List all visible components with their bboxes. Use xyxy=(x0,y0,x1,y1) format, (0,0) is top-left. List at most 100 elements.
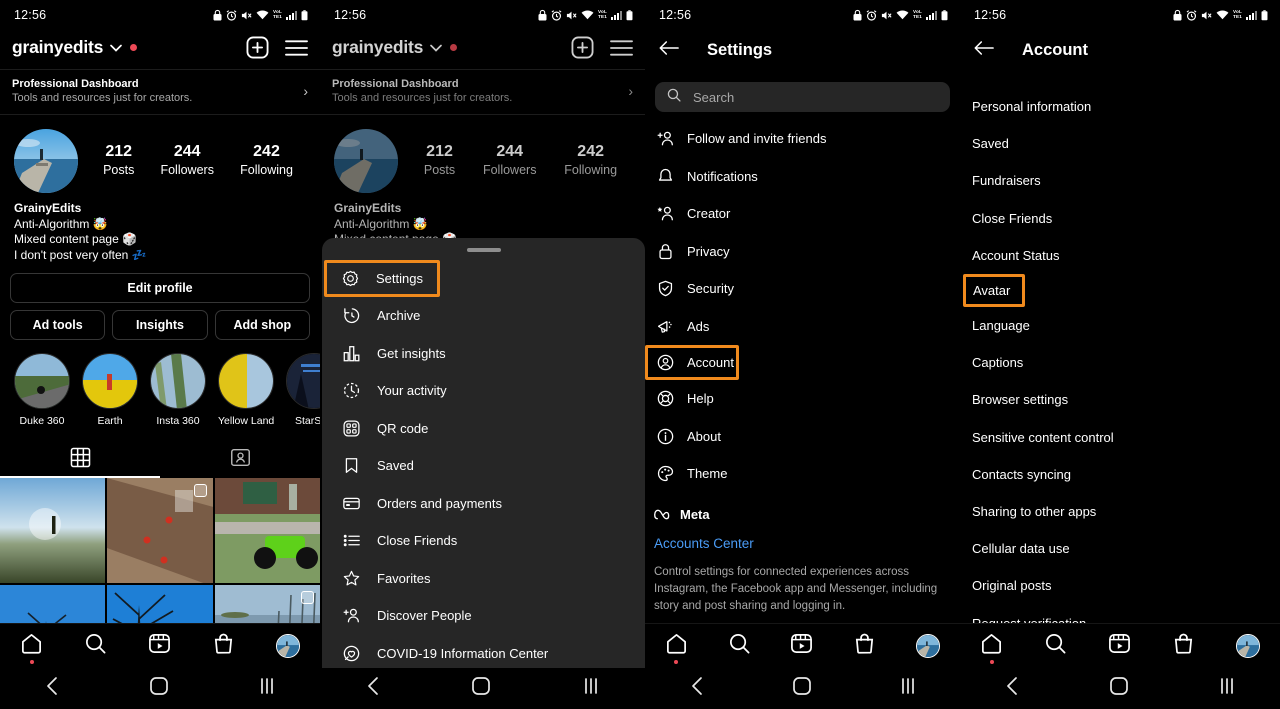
account-item-avatar[interactable]: Avatar xyxy=(963,273,1025,307)
system-back-icon[interactable] xyxy=(366,676,380,701)
system-home-icon[interactable] xyxy=(150,677,168,700)
settings-item-notifications[interactable]: Notifications xyxy=(645,158,960,196)
account-item-contacts-syncing[interactable]: Contacts syncing xyxy=(960,456,1280,493)
account-item-fundraisers[interactable]: Fundraisers xyxy=(960,162,1280,199)
stat-followers[interactable]: 244 Followers xyxy=(483,143,537,179)
highlight-item[interactable]: Insta 360 xyxy=(150,353,206,427)
chevron-down-icon[interactable] xyxy=(430,44,443,52)
drawer-grabber[interactable] xyxy=(466,248,501,252)
settings-item-follow-and-invite-friends[interactable]: Follow and invite friends xyxy=(645,120,960,158)
menu-hamburger-icon[interactable] xyxy=(610,39,633,57)
stat-posts[interactable]: 212 Posts xyxy=(103,143,134,179)
search-input[interactable]: Search xyxy=(655,82,950,112)
stat-following[interactable]: 242 Following xyxy=(240,143,293,179)
edit-profile-button[interactable]: Edit profile xyxy=(10,273,310,303)
nav-shop-icon[interactable] xyxy=(853,632,876,660)
system-recents-icon[interactable] xyxy=(1219,677,1235,700)
new-post-icon[interactable] xyxy=(246,36,269,59)
post-thumb[interactable] xyxy=(0,478,106,584)
nav-profile-avatar[interactable] xyxy=(916,634,941,658)
menu-hamburger-icon[interactable] xyxy=(285,39,308,57)
highlight-item[interactable]: Duke 360 xyxy=(14,353,70,427)
system-home-icon[interactable] xyxy=(472,677,491,700)
account-item-sharing-to-other-apps[interactable]: Sharing to other apps xyxy=(960,493,1280,530)
back-arrow-icon[interactable] xyxy=(974,40,994,61)
drawer-item-saved[interactable]: Saved xyxy=(322,447,645,485)
nav-home-icon[interactable] xyxy=(20,632,43,664)
drawer-item-favorites[interactable]: Favorites xyxy=(322,560,645,598)
nav-search-icon[interactable] xyxy=(1044,632,1067,660)
system-recents-icon[interactable] xyxy=(583,677,599,700)
account-item-personal-information[interactable]: Personal information xyxy=(960,88,1280,125)
account-item-saved[interactable]: Saved xyxy=(960,125,1280,162)
drawer-item-qr-code[interactable]: QR code xyxy=(322,410,645,448)
username-label[interactable]: grainyedits xyxy=(12,37,103,58)
account-item-account-status[interactable]: Account Status xyxy=(960,237,1280,274)
system-back-icon[interactable] xyxy=(690,676,704,701)
settings-item-security[interactable]: Security xyxy=(645,270,960,308)
account-item-original-posts[interactable]: Original posts xyxy=(960,567,1280,604)
post-thumb[interactable] xyxy=(214,478,320,584)
profile-avatar[interactable] xyxy=(334,129,398,193)
chevron-down-icon[interactable] xyxy=(110,44,123,52)
system-home-icon[interactable] xyxy=(792,677,811,700)
username-label[interactable]: grainyedits xyxy=(332,37,423,58)
nav-shop-icon[interactable] xyxy=(212,632,235,660)
settings-item-creator[interactable]: Creator xyxy=(645,195,960,233)
system-back-icon[interactable] xyxy=(45,676,59,701)
nav-shop-icon[interactable] xyxy=(1172,632,1195,660)
nav-reels-icon[interactable] xyxy=(148,632,171,660)
drawer-item-archive[interactable]: Archive xyxy=(322,297,645,335)
stat-following[interactable]: 242 Following xyxy=(564,143,617,179)
drawer-item-get-insights[interactable]: Get insights xyxy=(322,335,645,373)
system-home-icon[interactable] xyxy=(1110,677,1128,700)
nav-reels-icon[interactable] xyxy=(1108,632,1131,660)
settings-item-about[interactable]: About xyxy=(645,418,960,456)
settings-item-theme[interactable]: Theme xyxy=(645,455,960,493)
settings-item-account[interactable]: Account xyxy=(645,345,739,380)
profile-avatar[interactable] xyxy=(14,129,78,193)
tab-grid[interactable] xyxy=(0,441,160,476)
system-recents-icon[interactable] xyxy=(900,677,916,700)
nav-search-icon[interactable] xyxy=(728,632,751,660)
highlight-item[interactable]: StarSha xyxy=(286,353,320,427)
account-item-browser-settings[interactable]: Browser settings xyxy=(960,381,1280,418)
account-item-captions[interactable]: Captions xyxy=(960,344,1280,381)
nav-search-icon[interactable] xyxy=(84,632,107,660)
post-thumb[interactable] xyxy=(107,478,213,584)
tab-tagged[interactable] xyxy=(160,441,320,476)
professional-dashboard-card[interactable]: Professional Dashboard Tools and resourc… xyxy=(0,69,320,115)
back-arrow-icon[interactable] xyxy=(659,40,679,61)
account-item-language[interactable]: Language xyxy=(960,307,1280,344)
professional-dashboard-card[interactable]: Professional Dashboard Tools and resourc… xyxy=(320,69,645,115)
drawer-item-orders-and-payments[interactable]: Orders and payments xyxy=(322,485,645,523)
drawer-item-settings[interactable]: Settings xyxy=(324,260,440,297)
stat-posts[interactable]: 212 Posts xyxy=(424,143,455,179)
account-item-close-friends[interactable]: Close Friends xyxy=(960,200,1280,237)
settings-item-ads[interactable]: Ads xyxy=(645,308,960,346)
account-item-cellular-data-use[interactable]: Cellular data use xyxy=(960,530,1280,567)
settings-item-privacy[interactable]: Privacy xyxy=(645,233,960,271)
nav-home-icon[interactable] xyxy=(665,632,688,664)
nav-profile-avatar[interactable] xyxy=(275,634,300,658)
ad-tools-button[interactable]: Ad tools xyxy=(10,310,106,340)
insights-button[interactable]: Insights xyxy=(112,310,208,340)
highlight-item[interactable]: Yellow Land xyxy=(218,353,274,427)
system-recents-icon[interactable] xyxy=(259,677,275,700)
drawer-item-covid-info-center[interactable]: COVID-19 Information Center xyxy=(322,635,645,673)
highlight-item[interactable]: Earth xyxy=(82,353,138,427)
accounts-center-link[interactable]: Accounts Center xyxy=(654,536,951,551)
nav-home-icon[interactable] xyxy=(980,632,1003,664)
account-item-sensitive-content-control[interactable]: Sensitive content control xyxy=(960,419,1280,456)
nav-reels-icon[interactable] xyxy=(790,632,813,660)
new-post-icon[interactable] xyxy=(571,36,594,59)
story-highlights-row[interactable]: Duke 360 Earth Insta 360 Yellow Land Sta… xyxy=(0,340,320,427)
drawer-item-your-activity[interactable]: Your activity xyxy=(322,372,645,410)
nav-profile-avatar[interactable] xyxy=(1235,634,1260,658)
stat-followers[interactable]: 244 Followers xyxy=(160,143,214,179)
drawer-item-discover-people[interactable]: Discover People xyxy=(322,597,645,635)
add-shop-button[interactable]: Add shop xyxy=(214,310,310,340)
drawer-item-close-friends[interactable]: Close Friends xyxy=(322,522,645,560)
settings-item-help[interactable]: Help xyxy=(645,380,960,418)
system-back-icon[interactable] xyxy=(1005,676,1019,701)
